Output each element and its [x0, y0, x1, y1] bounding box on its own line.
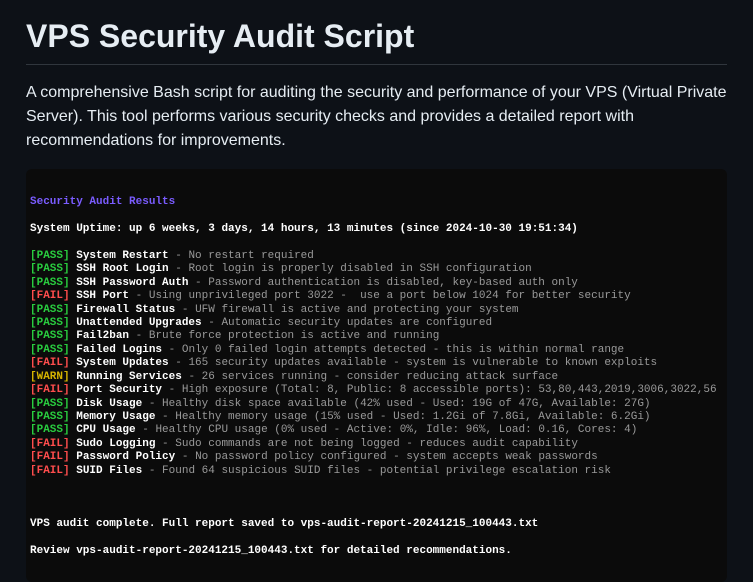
separator: -: [188, 277, 208, 289]
check-message: Healthy memory usage (15% used - Used: 1…: [175, 411, 650, 423]
status-badge: [PASS]: [30, 424, 70, 436]
result-row: [PASS] SSH Root Login - Root login is pr…: [30, 263, 723, 276]
check-message: UFW firewall is active and protecting yo…: [195, 304, 518, 316]
check-message: Brute force protection is active and run…: [149, 330, 439, 342]
result-row: [PASS] Disk Usage - Healthy disk space a…: [30, 398, 723, 411]
check-name: System Restart: [76, 250, 168, 262]
check-name: Running Services: [76, 371, 182, 383]
separator: -: [155, 411, 175, 423]
result-row: [PASS] CPU Usage - Healthy CPU usage (0%…: [30, 424, 723, 437]
result-row: [FAIL] SUID Files - Found 64 suspicious …: [30, 465, 723, 478]
check-message: No password policy configured - system a…: [195, 451, 598, 463]
result-row: [FAIL] Port Security - High exposure (To…: [30, 384, 723, 397]
separator: -: [142, 465, 162, 477]
separator: -: [202, 317, 222, 329]
status-badge: [FAIL]: [30, 384, 70, 396]
footer-line-2: Review vps-audit-report-20241215_100443.…: [30, 545, 723, 558]
page-title: VPS Security Audit Script: [26, 18, 727, 65]
result-row: [PASS] Fail2ban - Brute force protection…: [30, 330, 723, 343]
check-name: Password Policy: [76, 451, 175, 463]
check-name: Sudo Logging: [76, 438, 155, 450]
separator: -: [169, 357, 189, 369]
result-row: [PASS] Firewall Status - UFW firewall is…: [30, 304, 723, 317]
status-badge: [PASS]: [30, 277, 70, 289]
result-row: [FAIL] System Updates - 165 security upd…: [30, 357, 723, 370]
status-badge: [PASS]: [30, 304, 70, 316]
result-row: [PASS] System Restart - No restart requi…: [30, 250, 723, 263]
check-name: Unattended Upgrades: [76, 317, 201, 329]
separator: -: [162, 344, 182, 356]
status-badge: [PASS]: [30, 263, 70, 275]
check-message: Healthy disk space available (42% used -…: [162, 398, 650, 410]
check-name: SUID Files: [76, 465, 142, 477]
status-badge: [FAIL]: [30, 438, 70, 450]
separator: -: [136, 424, 156, 436]
check-message: Automatic security updates are configure…: [221, 317, 492, 329]
uptime-value: up 6 weeks, 3 days, 14 hours, 13 minutes…: [129, 223, 578, 235]
status-badge: [PASS]: [30, 344, 70, 356]
status-badge: [PASS]: [30, 250, 70, 262]
check-name: System Updates: [76, 357, 168, 369]
check-name: CPU Usage: [76, 424, 135, 436]
status-badge: [FAIL]: [30, 451, 70, 463]
status-badge: [PASS]: [30, 317, 70, 329]
separator: -: [129, 330, 149, 342]
result-row: [PASS] SSH Password Auth - Password auth…: [30, 277, 723, 290]
check-message: Using unprivileged port 3022 - use a por…: [149, 290, 631, 302]
status-badge: [PASS]: [30, 330, 70, 342]
separator: -: [169, 250, 189, 262]
check-name: Firewall Status: [76, 304, 175, 316]
check-name: SSH Port: [76, 290, 129, 302]
separator: -: [142, 398, 162, 410]
check-name: Memory Usage: [76, 411, 155, 423]
check-name: Failed Logins: [76, 344, 162, 356]
check-message: Healthy CPU usage (0% used - Active: 0%,…: [155, 424, 637, 436]
status-badge: [PASS]: [30, 411, 70, 423]
check-name: Disk Usage: [76, 398, 142, 410]
check-name: SSH Password Auth: [76, 277, 188, 289]
result-row: [WARN] Running Services - 26 services ru…: [30, 371, 723, 384]
status-badge: [FAIL]: [30, 357, 70, 369]
check-message: Sudo commands are not being logged - red…: [175, 438, 578, 450]
footer-line-1: VPS audit complete. Full report saved to…: [30, 518, 723, 531]
description: A comprehensive Bash script for auditing…: [26, 81, 727, 153]
results-header: Security Audit Results: [30, 196, 175, 208]
result-row: [PASS] Failed Logins - Only 0 failed log…: [30, 344, 723, 357]
check-name: Fail2ban: [76, 330, 129, 342]
status-badge: [FAIL]: [30, 290, 70, 302]
result-row: [PASS] Memory Usage - Healthy memory usa…: [30, 411, 723, 424]
separator: -: [175, 304, 195, 316]
uptime-label: System Uptime:: [30, 223, 122, 235]
separator: -: [175, 451, 195, 463]
status-badge: [WARN]: [30, 371, 70, 383]
check-message: Found 64 suspicious SUID files - potenti…: [162, 465, 611, 477]
status-badge: [FAIL]: [30, 465, 70, 477]
check-name: Port Security: [76, 384, 162, 396]
separator: -: [169, 263, 189, 275]
result-row: [PASS] Unattended Upgrades - Automatic s…: [30, 317, 723, 330]
result-row: [FAIL] Sudo Logging - Sudo commands are …: [30, 438, 723, 451]
check-name: SSH Root Login: [76, 263, 168, 275]
result-row: [FAIL] Password Policy - No password pol…: [30, 451, 723, 464]
check-message: 165 security updates available - system …: [188, 357, 657, 369]
status-badge: [PASS]: [30, 398, 70, 410]
results-list: [PASS] System Restart - No restart requi…: [30, 250, 723, 478]
check-message: Only 0 failed login attempts detected - …: [182, 344, 624, 356]
separator: -: [182, 371, 202, 383]
result-row: [FAIL] SSH Port - Using unprivileged por…: [30, 290, 723, 303]
separator: -: [162, 384, 182, 396]
separator: -: [155, 438, 175, 450]
check-message: No restart required: [188, 250, 313, 262]
check-message: High exposure (Total: 8, Public: 8 acces…: [182, 384, 717, 396]
separator: -: [129, 290, 149, 302]
check-message: 26 services running - consider reducing …: [202, 371, 558, 383]
check-message: Password authentication is disabled, key…: [208, 277, 578, 289]
terminal-output: Security Audit Results System Uptime: up…: [26, 169, 727, 582]
check-message: Root login is properly disabled in SSH c…: [188, 263, 531, 275]
